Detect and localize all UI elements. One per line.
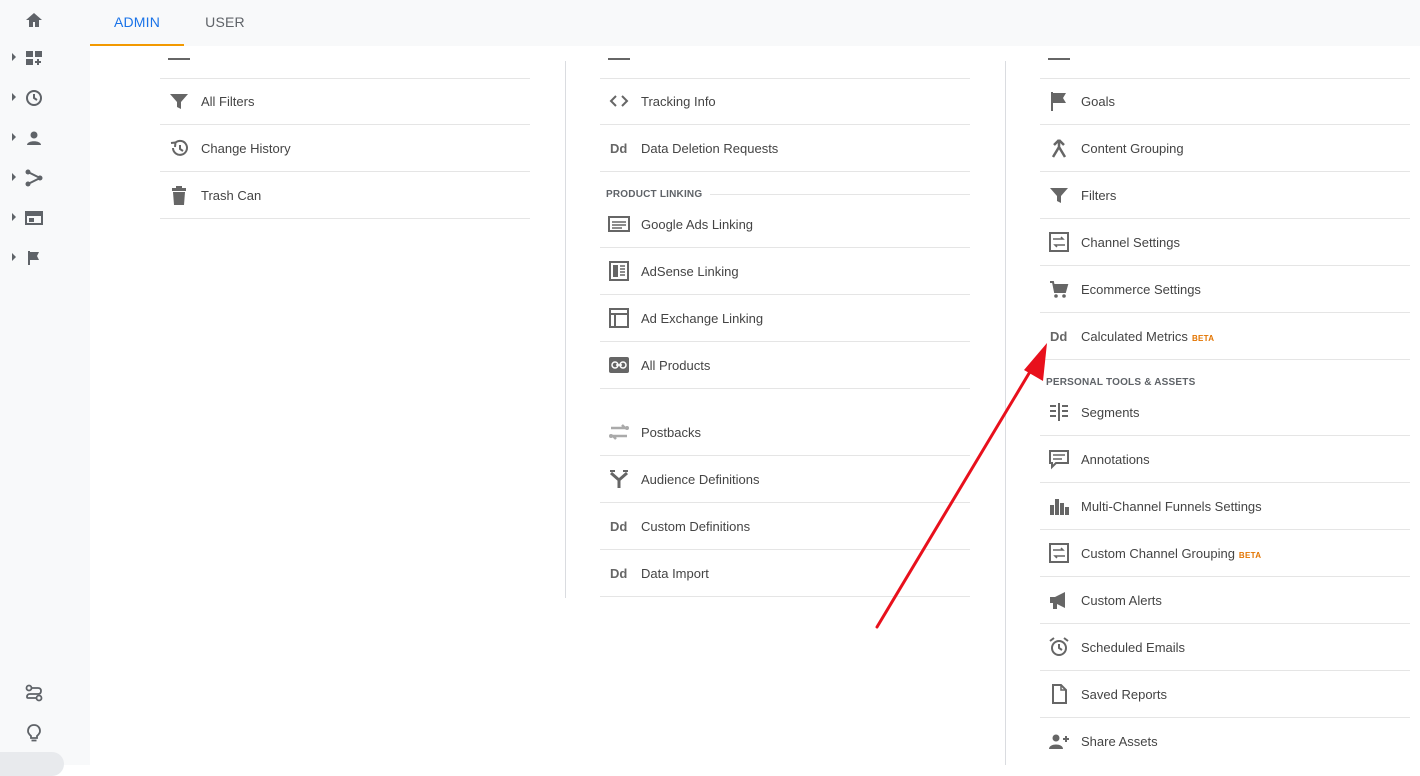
annotation-arrow xyxy=(875,343,1047,629)
